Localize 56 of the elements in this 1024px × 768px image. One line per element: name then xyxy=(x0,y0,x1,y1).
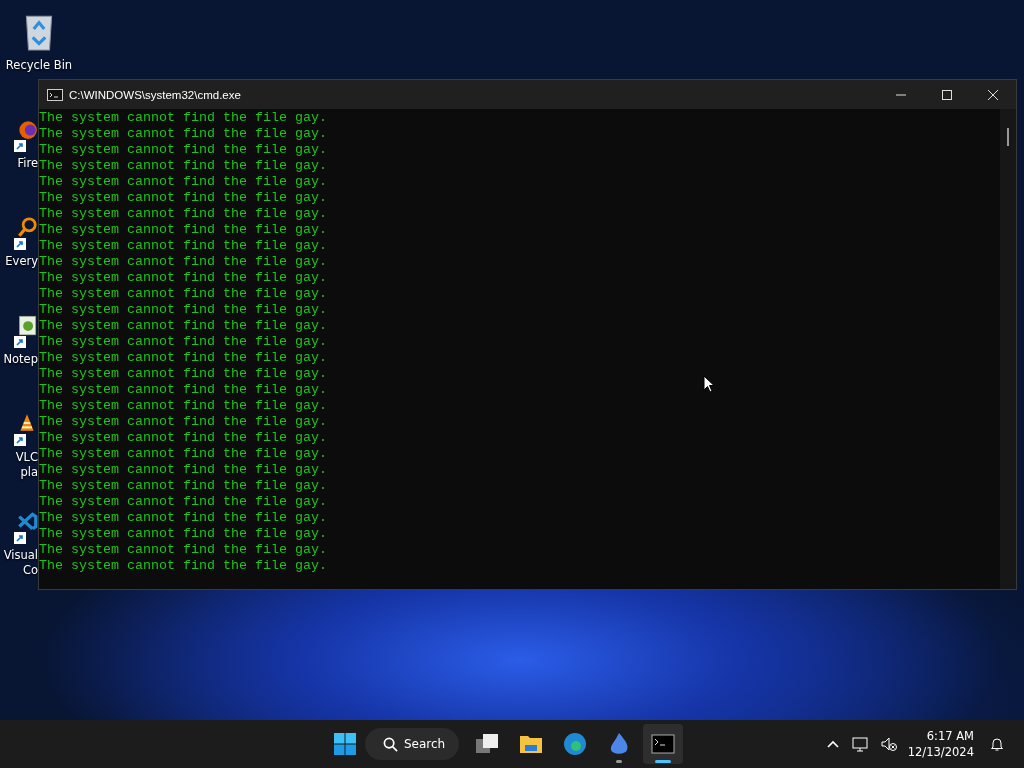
desktop-icon-label: pla xyxy=(20,465,38,480)
console-line: The system cannot find the file gay. xyxy=(39,126,327,142)
console-line: The system cannot find the file gay. xyxy=(39,238,327,254)
desktop-icon-label: Notep xyxy=(3,352,38,367)
search-button[interactable]: Search xyxy=(365,728,460,760)
console-line: The system cannot find the file gay. xyxy=(39,318,327,334)
desktop-icon-label: Every xyxy=(5,254,38,269)
clock[interactable]: 6:17 AM 12/13/2024 xyxy=(907,728,974,760)
search-icon xyxy=(383,736,398,752)
console-line: The system cannot find the file gay. xyxy=(39,350,327,366)
console-line: The system cannot find the file gay. xyxy=(39,414,327,430)
time-text: 6:17 AM xyxy=(926,728,974,744)
console-line: The system cannot find the file gay. xyxy=(39,430,327,446)
terminal-icon xyxy=(47,88,63,101)
desktop-icon-label: VLC xyxy=(15,450,38,465)
mouse-pointer-icon xyxy=(703,375,715,393)
task-view-icon xyxy=(475,732,500,756)
console-line: The system cannot find the file gay. xyxy=(39,142,327,158)
console-line: The system cannot find the file gay. xyxy=(39,302,327,318)
close-icon xyxy=(988,89,998,100)
console-line: The system cannot find the file gay. xyxy=(39,158,327,174)
taskbar-app-button[interactable] xyxy=(643,724,684,764)
console-line: The system cannot find the file gay. xyxy=(39,558,327,574)
scrollbar[interactable] xyxy=(1000,109,1016,589)
console-line: The system cannot find the file gay. xyxy=(39,462,327,478)
maximize-icon xyxy=(942,89,952,100)
console-line: The system cannot find the file gay. xyxy=(39,446,327,462)
console-line: The system cannot find the file gay. xyxy=(39,542,327,558)
console-line: The system cannot find the file gay. xyxy=(39,286,327,302)
console-line: The system cannot find the file gay. xyxy=(39,334,327,350)
console-line: The system cannot find the file gay. xyxy=(39,366,327,382)
console-line: The system cannot find the file gay. xyxy=(39,270,327,286)
date-text: 12/13/2024 xyxy=(907,744,974,760)
console-line: The system cannot find the file gay. xyxy=(39,190,327,206)
console-line: The system cannot find the file gay. xyxy=(39,110,327,126)
console-line: The system cannot find the file gay. xyxy=(39,526,327,542)
console-line: The system cannot find the file gay. xyxy=(39,254,327,270)
terminal-icon xyxy=(651,732,676,756)
desktop-icon-label: Recycle Bin xyxy=(5,58,73,73)
speaker-muted-icon[interactable] xyxy=(879,736,898,752)
bell-icon[interactable] xyxy=(988,736,1006,752)
desktop-icon-label: Visual xyxy=(3,548,38,563)
console-line: The system cannot find the file gay. xyxy=(39,510,327,526)
console-line: The system cannot find the file gay. xyxy=(39,494,327,510)
desktop-icon-label: Fire xyxy=(17,156,38,171)
network-icon[interactable] xyxy=(851,736,870,752)
desktop-icon-label: Co xyxy=(22,563,38,578)
start-icon[interactable] xyxy=(333,732,357,756)
console-line: The system cannot find the file gay. xyxy=(39,398,327,414)
console-line: The system cannot find the file gay. xyxy=(39,382,327,398)
browser-icon xyxy=(563,732,588,756)
console-line: The system cannot find the file gay. xyxy=(39,206,327,222)
console-line: The system cannot find the file gay. xyxy=(39,222,327,238)
console-line: The system cannot find the file gay. xyxy=(39,478,327,494)
console-line: The system cannot find the file gay. xyxy=(39,174,327,190)
window-title: C:\WINDOWS\system32\cmd.exe xyxy=(69,88,241,101)
